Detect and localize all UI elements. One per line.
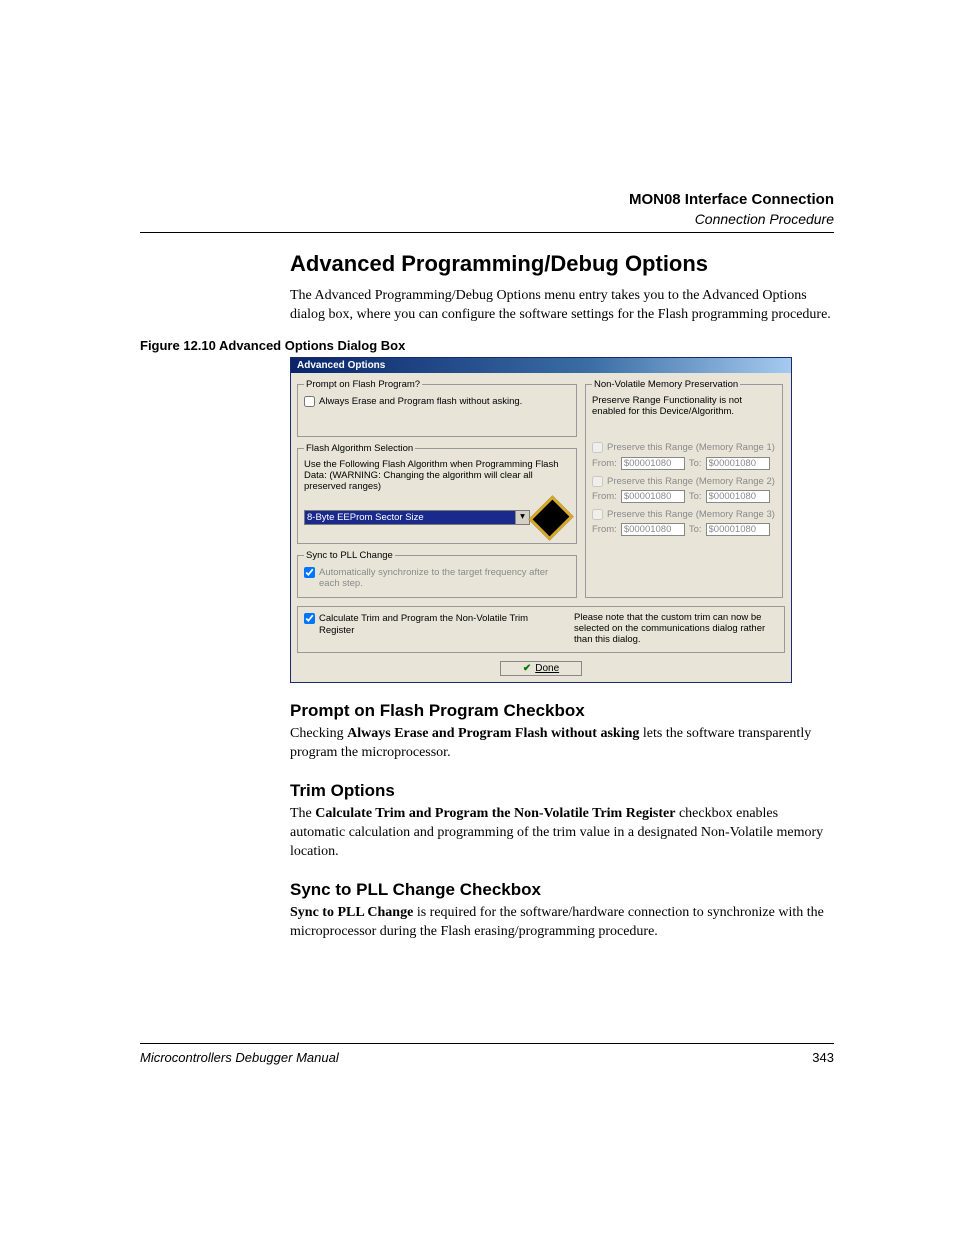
range2-from-input[interactable] xyxy=(621,490,685,503)
subheading-prompt: Prompt on Flash Program Checkbox xyxy=(290,701,834,721)
chapter-title: MON08 Interface Connection xyxy=(140,190,834,210)
figure-caption: Figure 12.10 Advanced Options Dialog Box xyxy=(140,338,834,353)
done-button[interactable]: ✔ Done xyxy=(500,661,582,676)
range3-to-input[interactable] xyxy=(706,523,770,536)
paragraph-trim: The Calculate Trim and Program the Non-V… xyxy=(290,805,834,862)
nvmp-legend: Non-Volatile Memory Preservation xyxy=(592,379,740,390)
section-heading: Advanced Programming/Debug Options xyxy=(290,251,834,277)
done-label: Done xyxy=(535,663,559,674)
sync-checkbox[interactable] xyxy=(304,567,315,578)
preserve-range1-checkbox[interactable] xyxy=(592,442,603,453)
page-number: 343 xyxy=(812,1050,834,1065)
range1-to-label: To: xyxy=(689,458,702,469)
nvmp-desc: Preserve Range Functionality is not enab… xyxy=(592,396,776,418)
prompt-legend: Prompt on Flash Program? xyxy=(304,379,422,390)
prompt-on-flash-group: Prompt on Flash Program? Always Erase an… xyxy=(297,379,577,436)
footer-manual-name: Microcontrollers Debugger Manual xyxy=(140,1050,339,1065)
range1-from-input[interactable] xyxy=(621,457,685,470)
range2-to-input[interactable] xyxy=(706,490,770,503)
nvmp-group: Non-Volatile Memory Preservation Preserv… xyxy=(585,379,783,598)
range1-from-label: From: xyxy=(592,458,617,469)
trim-row: Calculate Trim and Program the Non-Volat… xyxy=(297,606,785,653)
paragraph-sync: Sync to PLL Change is required for the s… xyxy=(290,904,834,942)
header-rule xyxy=(140,232,834,233)
range1-to-input[interactable] xyxy=(706,457,770,470)
advanced-options-dialog: Advanced Options Prompt on Flash Program… xyxy=(290,357,792,683)
chapter-subtitle: Connection Procedure xyxy=(140,210,834,228)
always-erase-checkbox[interactable] xyxy=(304,396,315,407)
algo-description: Use the Following Flash Algorithm when P… xyxy=(304,460,570,493)
preserve-range2-label: Preserve this Range (Memory Range 2) xyxy=(607,476,775,487)
calc-trim-checkbox[interactable] xyxy=(304,613,315,624)
paragraph-prompt: Checking Always Erase and Program Flash … xyxy=(290,725,834,763)
range3-from-input[interactable] xyxy=(621,523,685,536)
subheading-trim: Trim Options xyxy=(290,781,834,801)
sync-label: Automatically synchronize to the target … xyxy=(319,567,570,590)
range3-from-label: From: xyxy=(592,524,617,535)
chevron-down-icon: ▾ xyxy=(515,511,529,524)
range2-to-label: To: xyxy=(689,491,702,502)
preserve-range2-checkbox[interactable] xyxy=(592,476,603,487)
flash-algorithm-group: Flash Algorithm Selection Use the Follow… xyxy=(297,443,577,544)
sync-legend: Sync to PLL Change xyxy=(304,550,395,561)
algorithm-select[interactable]: 8-Byte EEProm Sector Size ▾ xyxy=(304,510,530,525)
algorithm-selected-value: 8-Byte EEProm Sector Size xyxy=(307,512,424,523)
range3-to-label: To: xyxy=(689,524,702,535)
dialog-titlebar: Advanced Options xyxy=(291,358,791,373)
chip-icon xyxy=(528,495,573,540)
subheading-sync: Sync to PLL Change Checkbox xyxy=(290,880,834,900)
preserve-range1-label: Preserve this Range (Memory Range 1) xyxy=(607,442,775,453)
footer-rule xyxy=(140,1043,834,1044)
always-erase-label: Always Erase and Program flash without a… xyxy=(319,396,522,407)
trim-note: Please note that the custom trim can now… xyxy=(574,613,778,646)
range2-from-label: From: xyxy=(592,491,617,502)
intro-paragraph: The Advanced Programming/Debug Options m… xyxy=(290,287,834,325)
sync-pll-group: Sync to PLL Change Automatically synchro… xyxy=(297,550,577,599)
calc-trim-label: Calculate Trim and Program the Non-Volat… xyxy=(319,613,564,636)
preserve-range3-label: Preserve this Range (Memory Range 3) xyxy=(607,509,775,520)
check-icon: ✔ xyxy=(523,663,531,674)
algo-legend: Flash Algorithm Selection xyxy=(304,443,415,454)
preserve-range3-checkbox[interactable] xyxy=(592,509,603,520)
